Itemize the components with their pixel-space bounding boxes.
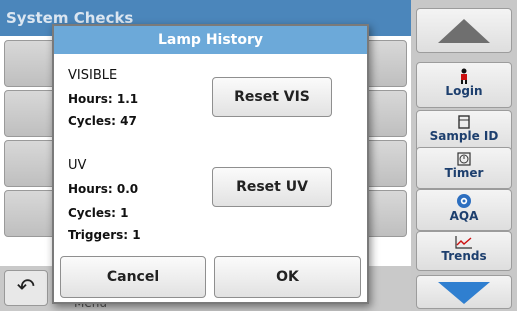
down-arrow-icon [438,282,490,304]
aqa-label: AQA [449,209,479,223]
login-label: Login [445,84,483,98]
trends-button[interactable]: Trends [416,231,512,271]
scroll-down-button[interactable] [416,275,512,309]
timer-icon [457,152,471,166]
ok-button[interactable]: OK [214,256,361,298]
sample-id-label: Sample ID [429,129,499,143]
back-arrow-icon: ↶ [16,275,36,300]
aqa-button[interactable]: AQA [416,189,512,231]
sidebar: Login Sample ID Timer AQA Trends [411,0,517,311]
aqa-icon [457,194,471,208]
up-arrow-icon [438,19,490,43]
person-icon [461,68,467,84]
cancel-button[interactable]: Cancel [60,256,206,298]
visible-cycles: Cycles: 47 [68,114,137,128]
login-button[interactable]: Login [416,62,512,108]
reset-vis-button[interactable]: Reset VIS [212,77,332,117]
timer-button[interactable]: Timer [416,147,512,189]
sample-id-button[interactable]: Sample ID [416,110,512,152]
back-button[interactable]: ↶ [4,270,48,306]
lamp-history-dialog: Lamp History VISIBLE Hours: 1.1 Cycles: … [52,24,369,304]
sample-id-icon [458,115,470,129]
uv-heading: UV [68,158,87,173]
uv-cycles: Cycles: 1 [68,206,129,220]
reset-uv-button[interactable]: Reset UV [212,167,332,207]
timer-label: Timer [444,166,484,180]
trends-label: Trends [441,249,487,263]
trends-icon [455,236,472,249]
visible-heading: VISIBLE [68,68,118,83]
uv-triggers: Triggers: 1 [68,228,141,242]
scroll-up-button[interactable] [416,8,512,53]
dialog-title: Lamp History [54,26,367,54]
visible-hours: Hours: 1.1 [68,92,139,106]
uv-hours: Hours: 0.0 [68,182,139,196]
